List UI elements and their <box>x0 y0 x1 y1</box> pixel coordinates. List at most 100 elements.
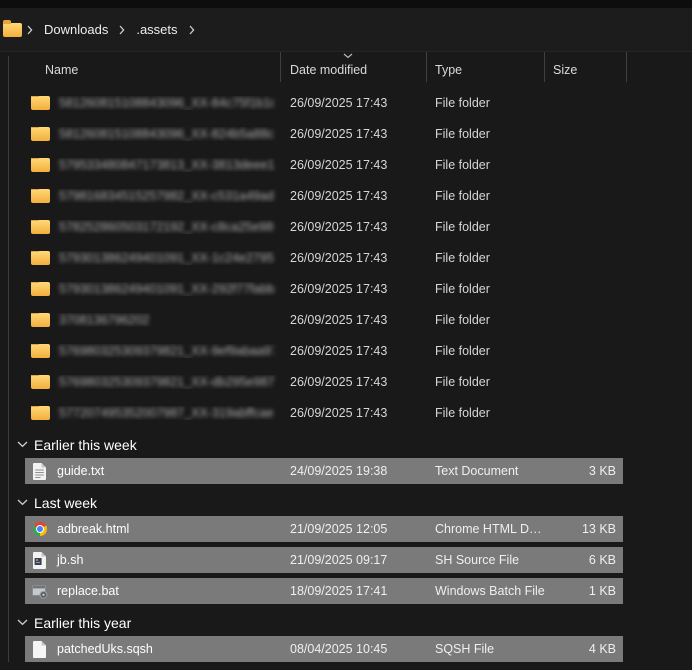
modified-date: 26/09/2025 17:43 <box>281 406 427 420</box>
folder-name: 579301386249401091_XX-292f77fabb3e34... <box>59 282 274 296</box>
folder-row[interactable]: 579301386249401091_XX-1c24e279504343... … <box>25 245 623 271</box>
folder-row[interactable]: 576980325309379821_XX-db295e9879c5fc... … <box>25 369 623 395</box>
folder-name: 576980325309379821_XX-db295e9879c5fc... <box>59 375 274 389</box>
chevron-right-icon[interactable] <box>184 25 200 35</box>
folder-icon <box>31 251 50 265</box>
folder-row[interactable]: 578252860503172192_XX-c8ca25e980a3fb... … <box>25 214 623 240</box>
file-size: 1 KB <box>545 584 623 598</box>
file-size: 3 KB <box>545 464 623 478</box>
folder-name: 576980325309379821_XX-9ef9abaa9782ea... <box>59 344 274 358</box>
modified-date: 26/09/2025 17:43 <box>281 282 427 296</box>
file-type: Chrome HTML Do... <box>427 522 545 536</box>
file-size: 6 KB <box>545 553 623 567</box>
column-header-name[interactable]: Name <box>25 52 281 82</box>
current-folder-icon <box>3 23 22 37</box>
folder-icon <box>31 127 50 141</box>
folder-name: 581260815108843096_XX-824b5a88c5e6d... <box>59 127 274 141</box>
folder-icon <box>31 220 50 234</box>
batch-file-icon <box>31 582 48 600</box>
folder-name: 579816834515257982_XX-c531a49ad903e1... <box>59 189 274 203</box>
column-header-date-label: Date modified <box>290 63 367 77</box>
modified-date: 26/09/2025 17:43 <box>281 158 427 172</box>
file-row-replace-bat[interactable]: replace.bat 18/09/2025 17:41 Windows Bat… <box>25 578 623 604</box>
file-row-patcheduks-sqsh[interactable]: patchedUks.sqsh 08/04/2025 10:45 SQSH Fi… <box>25 636 623 662</box>
window-top-edge <box>0 0 692 8</box>
file-type: File folder <box>427 375 545 389</box>
folder-icon <box>31 282 50 296</box>
file-explorer-window: Downloads .assets Name Date modified Typ… <box>0 0 692 670</box>
modified-date: 21/09/2025 12:05 <box>281 522 427 536</box>
file-type: File folder <box>427 344 545 358</box>
file-type: Text Document <box>427 464 545 478</box>
folder-name: 579533480847173813_XX-3813deee1cfbd7... <box>59 158 274 172</box>
file-type: File folder <box>427 313 545 327</box>
file-type: File folder <box>427 189 545 203</box>
modified-date: 26/09/2025 17:43 <box>281 189 427 203</box>
modified-date: 26/09/2025 17:43 <box>281 96 427 110</box>
folder-row[interactable]: 576980325309379821_XX-9ef9abaa9782ea... … <box>25 338 623 364</box>
group-label: Last week <box>34 495 97 511</box>
modified-date: 26/09/2025 17:43 <box>281 220 427 234</box>
folder-icon <box>31 96 50 110</box>
group-header-last-week[interactable]: Last week <box>17 489 623 516</box>
modified-date: 08/04/2025 10:45 <box>281 642 427 656</box>
modified-date: 26/09/2025 17:43 <box>281 313 427 327</box>
text-file-icon <box>31 462 48 480</box>
breadcrumb-item-downloads[interactable]: Downloads <box>38 18 114 41</box>
file-name: guide.txt <box>57 464 104 478</box>
column-header-type[interactable]: Type <box>427 52 545 82</box>
sort-descending-icon <box>343 53 353 59</box>
file-type: File folder <box>427 96 545 110</box>
group-header-earlier-this-year[interactable]: Earlier this year <box>17 609 623 636</box>
file-list: 581260815108843096_XX-84c75f1b1d3ba... 2… <box>25 90 623 667</box>
folder-row[interactable]: 581260815108843096_XX-84c75f1b1d3ba... 2… <box>25 90 623 116</box>
file-type: File folder <box>427 406 545 420</box>
folder-row[interactable]: 579301386249401091_XX-292f77fabb3e34... … <box>25 276 623 302</box>
folder-icon <box>31 313 50 327</box>
folder-row[interactable]: 579533480847173813_XX-3813deee1cfbd7... … <box>25 152 623 178</box>
file-size: 13 KB <box>545 522 623 536</box>
column-header-size[interactable]: Size <box>545 52 627 82</box>
column-header-date-modified[interactable]: Date modified <box>281 52 427 82</box>
modified-date: 21/09/2025 09:17 <box>281 553 427 567</box>
chevron-down-icon <box>17 499 28 506</box>
modified-date: 18/09/2025 17:41 <box>281 584 427 598</box>
shell-script-icon <box>31 551 48 569</box>
file-row-guide-txt[interactable]: guide.txt 24/09/2025 19:38 Text Document… <box>25 458 623 484</box>
group-label: Earlier this year <box>34 615 131 631</box>
file-row-jb-sh[interactable]: jb.sh 21/09/2025 09:17 SH Source File 6 … <box>25 547 623 573</box>
file-type: File folder <box>427 158 545 172</box>
breadcrumb: Downloads .assets <box>0 8 692 52</box>
file-type: File folder <box>427 220 545 234</box>
modified-date: 26/09/2025 17:43 <box>281 375 427 389</box>
folder-row[interactable]: 3708136796202 26/09/2025 17:43 File fold… <box>25 307 623 333</box>
modified-date: 24/09/2025 19:38 <box>281 464 427 478</box>
folder-name: 579301386249401091_XX-1c24e279504343... <box>59 251 274 265</box>
breadcrumb-item-assets[interactable]: .assets <box>130 18 183 41</box>
folder-icon <box>31 406 50 420</box>
chevron-right-icon <box>22 25 38 35</box>
group-header-earlier-this-week[interactable]: Earlier this week <box>17 431 623 458</box>
chrome-icon <box>31 520 48 538</box>
column-headers: Name Date modified Type Size <box>25 52 627 84</box>
file-name: adbreak.html <box>57 522 129 536</box>
folder-name: 577207495352007987_XX-319abffcae0971... <box>59 406 274 420</box>
file-type: SQSH File <box>427 642 545 656</box>
file-type: File folder <box>427 251 545 265</box>
folder-icon <box>31 375 50 389</box>
file-type: File folder <box>427 282 545 296</box>
folder-icon <box>31 189 50 203</box>
group-label: Earlier this week <box>34 437 137 453</box>
modified-date: 26/09/2025 17:43 <box>281 344 427 358</box>
file-type: File folder <box>427 127 545 141</box>
folder-name: 581260815108843096_XX-84c75f1b1d3ba... <box>59 96 274 110</box>
file-name: patchedUks.sqsh <box>57 642 153 656</box>
chevron-right-icon[interactable] <box>114 25 130 35</box>
folder-row[interactable]: 579816834515257982_XX-c531a49ad903e1... … <box>25 183 623 209</box>
chevron-down-icon <box>17 441 28 448</box>
folder-name: 578252860503172192_XX-c8ca25e980a3fb... <box>59 220 274 234</box>
folder-row[interactable]: 577207495352007987_XX-319abffcae0971... … <box>25 400 623 426</box>
folder-row[interactable]: 581260815108843096_XX-824b5a88c5e6d... 2… <box>25 121 623 147</box>
file-type: SH Source File <box>427 553 545 567</box>
file-row-adbreak-html[interactable]: adbreak.html 21/09/2025 12:05 Chrome HTM… <box>25 516 623 542</box>
